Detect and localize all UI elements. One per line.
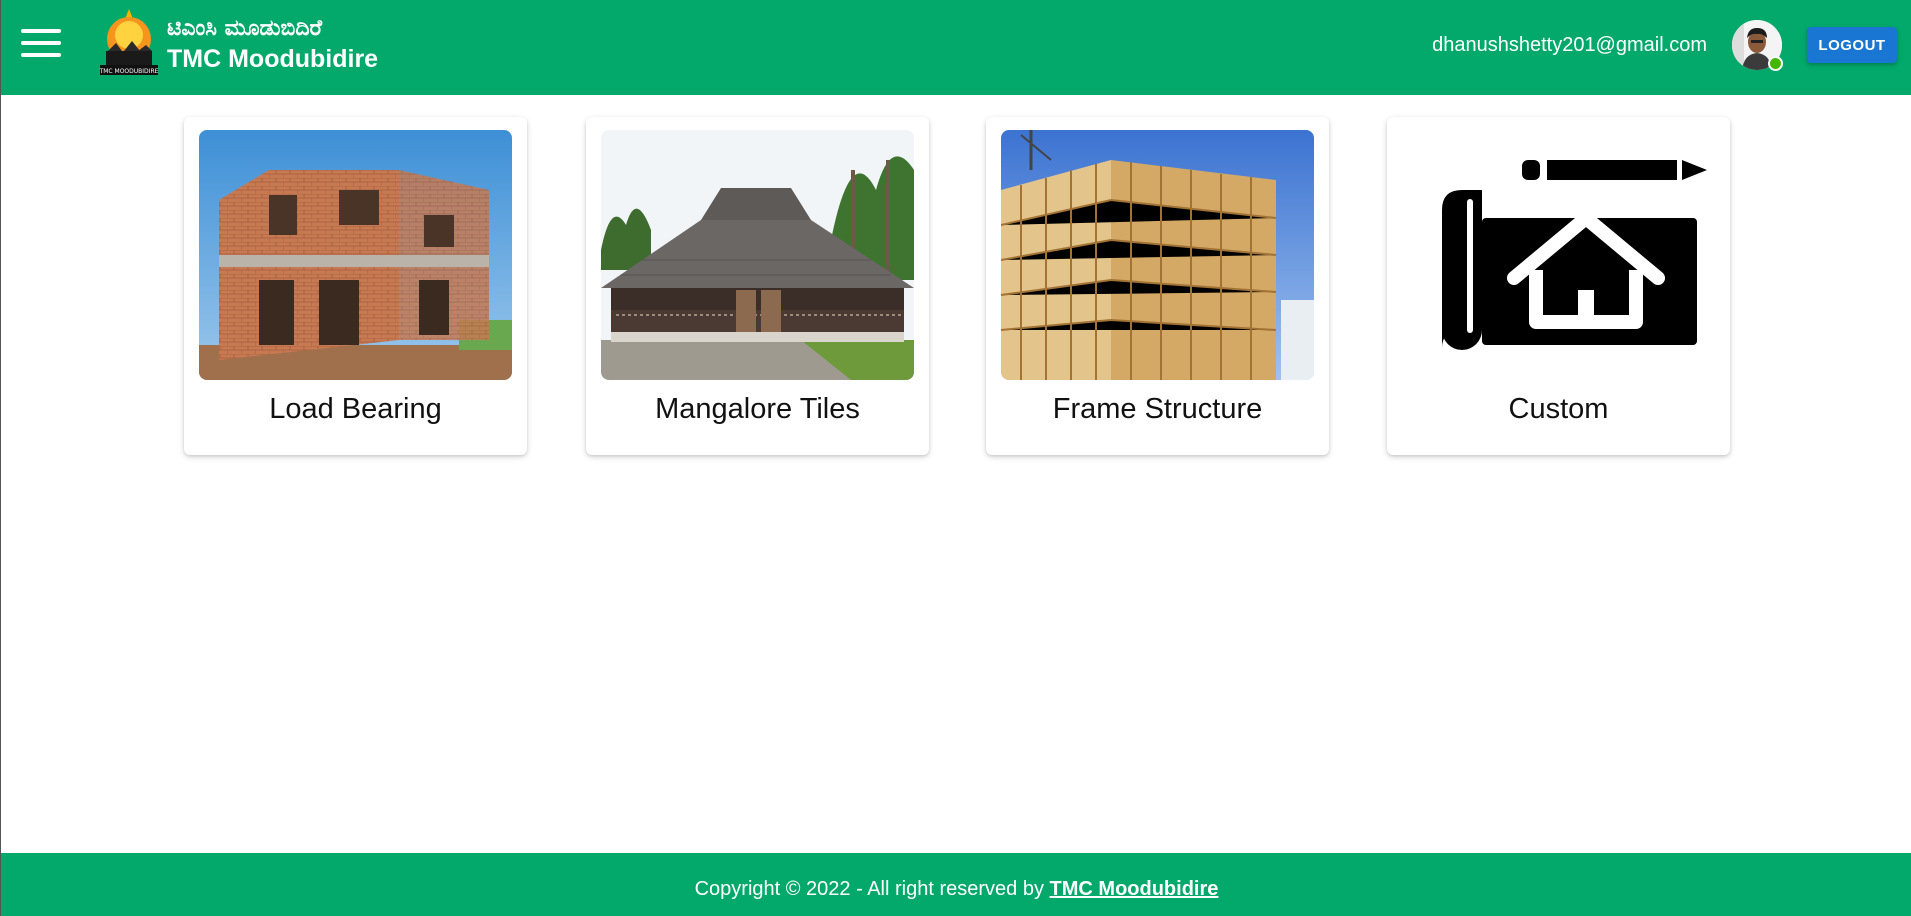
brand-title-kannada: ಟಿಎಂಸಿ ಮೂಡುಬಿದಿರೆ xyxy=(167,16,323,41)
card-custom[interactable]: Custom xyxy=(1387,117,1730,455)
app-footer: Copyright © 2022 - All right reserved by… xyxy=(1,853,1911,916)
brick-house-photo xyxy=(199,130,512,380)
card-frame-structure[interactable]: Frame Structure xyxy=(986,117,1329,455)
brand-title[interactable]: TMC Moodubidire xyxy=(167,45,378,74)
logout-button[interactable]: LOGOUT xyxy=(1807,27,1897,63)
card-label: Custom xyxy=(1508,393,1609,425)
blueprint-house-icon xyxy=(1402,130,1715,380)
card-load-bearing[interactable]: Load Bearing xyxy=(184,117,527,455)
card-label: Mangalore Tiles xyxy=(655,393,860,425)
copyright-text: Copyright © 2022 - All right reserved by xyxy=(694,878,1044,900)
app-header: TMC MOODUBIDIRE ಟಿಎಂಸಿ ಮೂಡುಬಿದಿರೆ TMC Mo… xyxy=(1,0,1911,95)
online-status-badge xyxy=(1768,56,1783,71)
footer-brand-link[interactable]: TMC Moodubidire xyxy=(1050,878,1219,900)
wood-frame-building-photo xyxy=(1001,130,1314,380)
tiled-roof-house-photo xyxy=(601,130,914,380)
card-mangalore-tiles[interactable]: Mangalore Tiles xyxy=(586,117,929,455)
card-label: Frame Structure xyxy=(1052,393,1263,425)
logo-text: TMC MOODUBIDIRE xyxy=(99,68,159,75)
user-email: dhanushshetty201@gmail.com xyxy=(1432,34,1707,56)
card-label: Load Bearing xyxy=(269,393,442,425)
tmc-logo[interactable]: TMC MOODUBIDIRE xyxy=(96,7,162,79)
hamburger-menu-icon[interactable] xyxy=(21,29,61,63)
